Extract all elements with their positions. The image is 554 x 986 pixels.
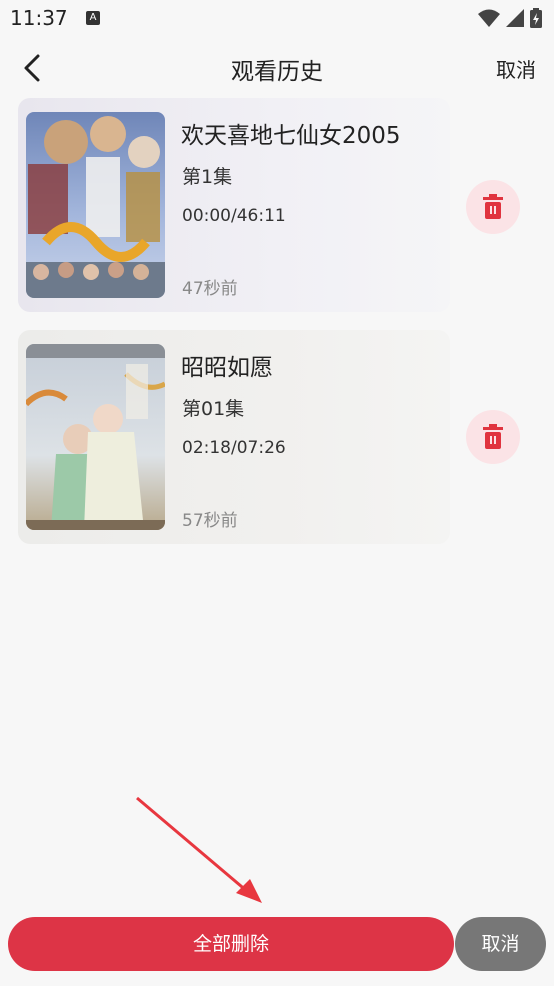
history-progress: 00:00/46:11 xyxy=(182,206,286,226)
header: 观看历史 取消 xyxy=(0,40,554,96)
history-episode: 第1集 xyxy=(182,166,233,188)
system-icons xyxy=(478,8,542,28)
history-item[interactable]: 欢天喜地七仙女2005 第1集 00:00/46:11 47秒前 xyxy=(18,98,450,312)
history-time-ago: 57秒前 xyxy=(182,511,238,531)
trash-icon xyxy=(483,424,503,449)
status-bar: 11:37 A xyxy=(0,0,554,36)
cancel-button[interactable]: 取消 xyxy=(455,917,546,971)
battery-charging-icon xyxy=(530,8,542,28)
poster-image xyxy=(26,344,165,530)
delete-all-button[interactable]: 全部删除 xyxy=(8,917,454,971)
history-item[interactable]: 昭昭如愿 第01集 02:18/07:26 57秒前 xyxy=(18,330,450,544)
history-time-ago: 47秒前 xyxy=(182,279,238,299)
wifi-icon xyxy=(478,9,500,27)
history-progress: 02:18/07:26 xyxy=(182,438,286,458)
delete-item-button[interactable] xyxy=(466,410,520,464)
status-time: 11:37 xyxy=(10,6,68,30)
header-cancel-button[interactable]: 取消 xyxy=(496,54,536,83)
history-title: 昭昭如愿 xyxy=(181,355,273,381)
signal-icon xyxy=(506,9,524,27)
history-title: 欢天喜地七仙女2005 xyxy=(181,123,401,149)
history-episode: 第01集 xyxy=(182,398,245,420)
delete-item-button[interactable] xyxy=(466,180,520,234)
poster-image xyxy=(26,112,165,298)
page-title: 观看历史 xyxy=(231,59,323,85)
notification-icon: A xyxy=(86,11,100,25)
trash-icon xyxy=(483,194,503,219)
